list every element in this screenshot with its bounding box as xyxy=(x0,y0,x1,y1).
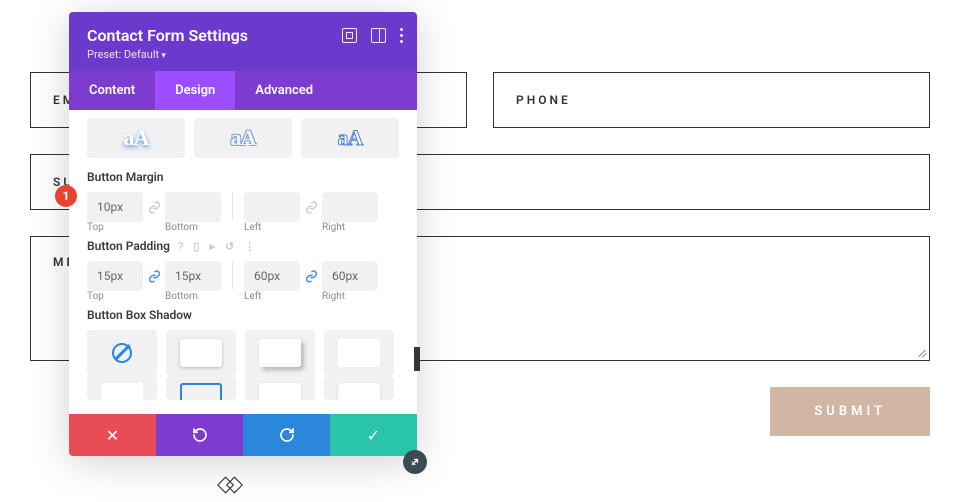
redo-button[interactable] xyxy=(243,414,330,456)
button-margin-controls: Top Bottom Left Right xyxy=(87,192,399,233)
shadow-option-7[interactable] xyxy=(245,376,315,400)
padding-left-input[interactable] xyxy=(244,261,300,291)
shadow-option-2[interactable] xyxy=(166,330,236,376)
panel-header: Contact Form Settings Preset: Default xyxy=(69,12,417,71)
top-label: Top xyxy=(87,291,143,302)
expand-panel-button[interactable] xyxy=(403,450,427,474)
bottom-label: Bottom xyxy=(165,291,221,302)
shadow-option-8[interactable] xyxy=(324,376,394,400)
text-style-option-1[interactable]: aA xyxy=(87,118,185,158)
shadow-option-5[interactable] xyxy=(87,376,157,400)
panel-tabs: Content Design Advanced xyxy=(69,71,417,110)
padding-right-input[interactable] xyxy=(322,261,378,291)
link-icon[interactable] xyxy=(300,192,322,222)
option-mini-icons: ? ▯ ▸ ↺ ⋮ xyxy=(178,241,255,252)
left-label: Left xyxy=(244,291,300,302)
reset-icon[interactable]: ↺ xyxy=(225,241,234,252)
none-icon xyxy=(112,343,132,363)
button-margin-label: Button Margin xyxy=(87,170,399,184)
right-label: Right xyxy=(322,291,378,302)
annotation-badge-1: 1 xyxy=(55,185,77,207)
more-icon[interactable]: ⋮ xyxy=(244,241,255,252)
kebab-menu-icon[interactable] xyxy=(400,28,403,43)
text-style-option-2[interactable]: aA xyxy=(194,118,292,158)
shadow-option-4[interactable] xyxy=(324,330,394,376)
hover-icon[interactable]: ▸ xyxy=(209,241,215,252)
tab-design[interactable]: Design xyxy=(155,71,235,110)
padding-label-text: Button Padding xyxy=(87,239,170,253)
divider xyxy=(232,261,233,289)
margin-bottom-input[interactable] xyxy=(165,192,221,222)
tab-content[interactable]: Content xyxy=(69,71,155,110)
left-label: Left xyxy=(244,222,300,233)
panel-footer: ✕ ✓ xyxy=(69,414,417,456)
link-icon[interactable] xyxy=(300,261,322,291)
cancel-button[interactable]: ✕ xyxy=(69,414,156,456)
preset-dropdown[interactable]: Preset: Default xyxy=(87,48,399,61)
right-label: Right xyxy=(322,222,378,233)
focus-icon[interactable] xyxy=(342,28,357,43)
shadow-option-none[interactable] xyxy=(87,330,157,376)
divider xyxy=(232,192,233,220)
padding-bottom-input[interactable] xyxy=(165,261,221,291)
button-padding-controls: Top Bottom Left Right xyxy=(87,261,399,302)
textarea-resize-handle[interactable] xyxy=(916,347,926,357)
button-box-shadow-label: Button Box Shadow xyxy=(87,308,399,322)
top-label: Top xyxy=(87,222,143,233)
padding-top-input[interactable] xyxy=(87,261,143,291)
margin-top-input[interactable] xyxy=(87,192,143,222)
settings-panel: Contact Form Settings Preset: Default Co… xyxy=(69,12,417,456)
divi-logo-icon[interactable] xyxy=(213,475,247,495)
panel-body: aA aA aA Button Margin Top Bottom xyxy=(69,110,417,414)
text-style-option-3[interactable]: aA xyxy=(301,118,399,158)
margin-left-input[interactable] xyxy=(244,192,300,222)
shadow-option-3[interactable] xyxy=(245,330,315,376)
save-button[interactable]: ✓ xyxy=(330,414,417,456)
link-icon[interactable] xyxy=(143,261,165,291)
tab-advanced[interactable]: Advanced xyxy=(235,71,333,110)
submit-button[interactable]: SUBMIT xyxy=(770,387,930,436)
module-handle-stub xyxy=(414,347,420,371)
columns-icon[interactable] xyxy=(371,28,386,43)
margin-right-input[interactable] xyxy=(322,192,378,222)
bottom-label: Bottom xyxy=(165,222,221,233)
button-padding-label: Button Padding ? ▯ ▸ ↺ ⋮ xyxy=(87,239,399,253)
phone-field[interactable]: PHONE xyxy=(493,72,930,128)
shadow-option-6[interactable] xyxy=(166,376,236,400)
help-icon[interactable]: ? xyxy=(178,241,183,252)
link-icon[interactable] xyxy=(143,192,165,222)
undo-button[interactable] xyxy=(156,414,243,456)
device-icon[interactable]: ▯ xyxy=(193,241,199,252)
